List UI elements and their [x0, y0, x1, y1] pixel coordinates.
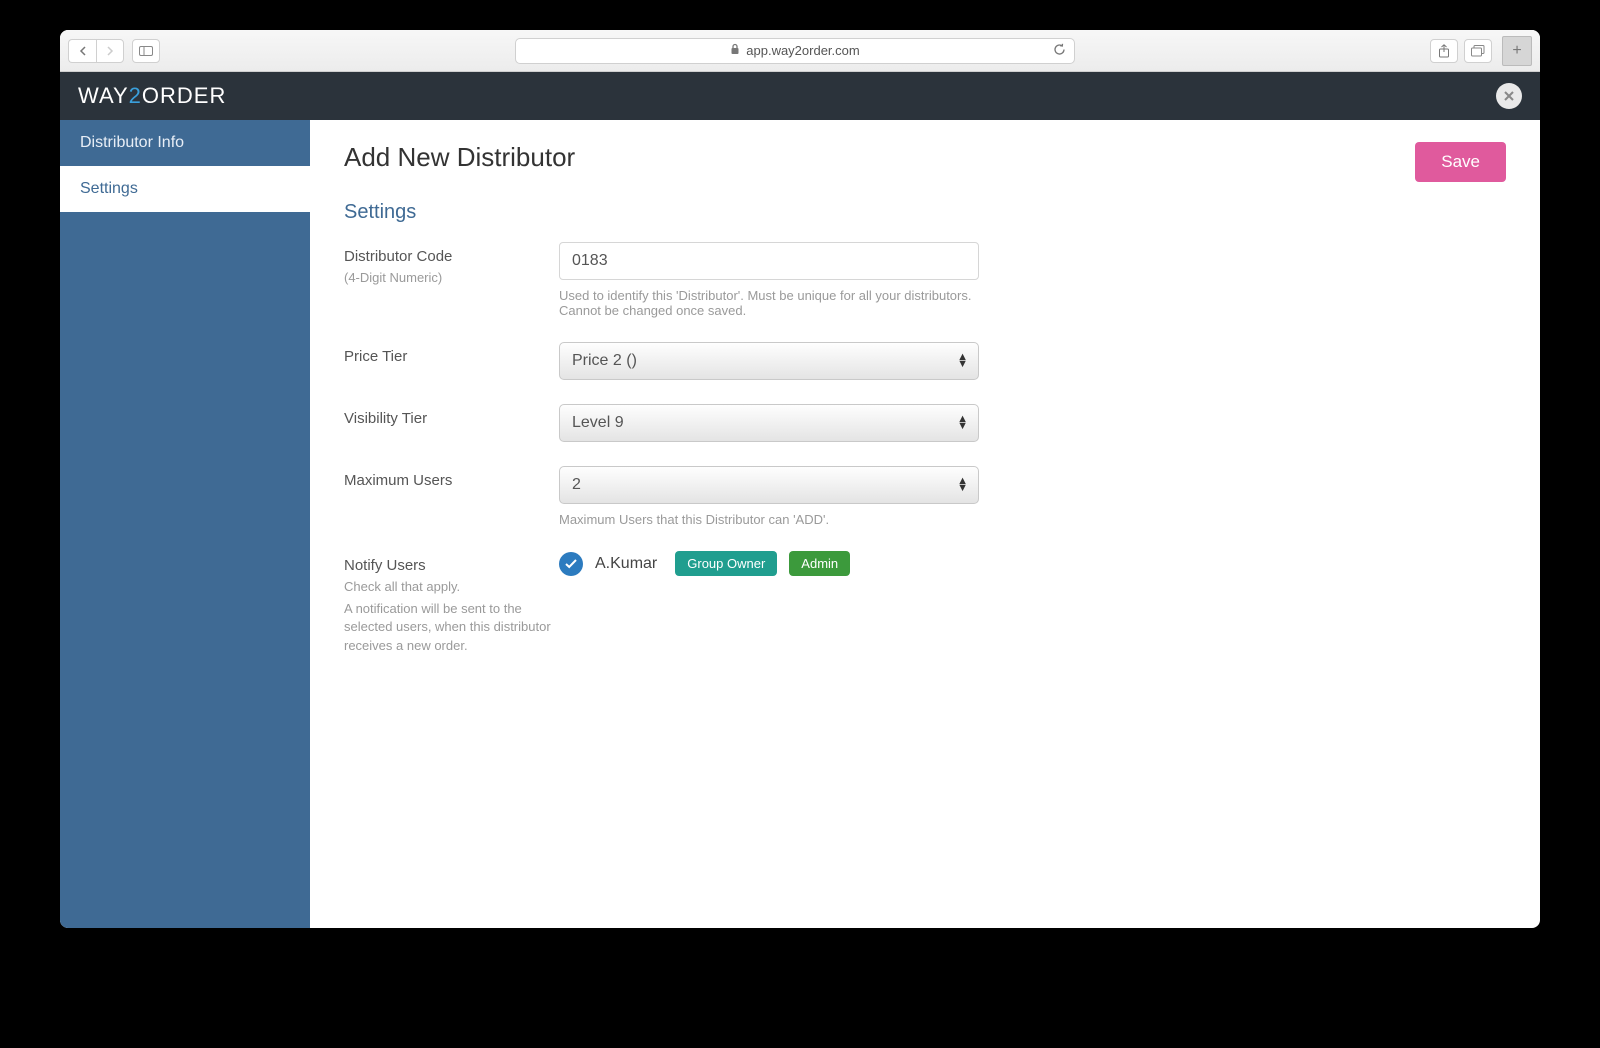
chevron-updown-icon: ▲▼ [957, 478, 968, 492]
row-price-tier: Price Tier Price 2 () ▲▼ [344, 342, 1506, 380]
back-button[interactable] [68, 39, 96, 63]
sublabel-distributor-code: (4-Digit Numeric) [344, 269, 559, 287]
sidebar-item-label: Distributor Info [80, 134, 184, 151]
nav-buttons [68, 39, 124, 63]
sidebar-item-distributor-info[interactable]: Distributor Info [60, 120, 310, 166]
label-distributor-code: Distributor Code [344, 248, 559, 265]
badge-admin: Admin [789, 551, 850, 576]
price-tier-select[interactable]: Price 2 () ▲▼ [559, 342, 979, 380]
main-header: Add New Distributor Save [344, 142, 1506, 201]
visibility-tier-value: Level 9 [572, 414, 624, 432]
price-tier-value: Price 2 () [572, 352, 637, 370]
save-button[interactable]: Save [1415, 142, 1506, 182]
browser-toolbar: app.way2order.com + [60, 30, 1540, 72]
notify-user-name: A.Kumar [595, 555, 657, 573]
chevron-updown-icon: ▲▼ [957, 354, 968, 368]
url-host: app.way2order.com [746, 43, 859, 58]
tabs-button[interactable] [1464, 39, 1492, 63]
reload-icon[interactable] [1053, 43, 1066, 59]
share-button[interactable] [1430, 39, 1458, 63]
main-content: Add New Distributor Save Settings Distri… [310, 120, 1540, 928]
distributor-code-input[interactable] [559, 242, 979, 280]
app-header: WAY2ORDER [60, 72, 1540, 120]
row-distributor-code: Distributor Code (4-Digit Numeric) Used … [344, 242, 1506, 318]
lock-icon [730, 43, 740, 58]
row-visibility-tier: Visibility Tier Level 9 ▲▼ [344, 404, 1506, 442]
row-max-users: Maximum Users 2 ▲▼ Maximum Users that th… [344, 466, 1506, 527]
row-notify-users: Notify Users Check all that apply. A not… [344, 551, 1506, 655]
browser-frame: app.way2order.com + WAY2ORDER Distri [60, 30, 1540, 928]
help-max-users: Maximum Users that this Distributor can … [559, 512, 979, 527]
label-price-tier: Price Tier [344, 348, 559, 365]
visibility-tier-select[interactable]: Level 9 ▲▼ [559, 404, 979, 442]
label-notify-users: Notify Users [344, 557, 559, 574]
chevron-updown-icon: ▲▼ [957, 416, 968, 430]
max-users-value: 2 [572, 476, 581, 494]
sidebar-toggle-button[interactable] [132, 39, 160, 63]
address-bar[interactable]: app.way2order.com [515, 38, 1075, 64]
help-distributor-code: Used to identify this 'Distributor'. Mus… [559, 288, 979, 318]
sublabel-notify-2: A notification will be sent to the selec… [344, 600, 559, 655]
forward-button[interactable] [96, 39, 124, 63]
sublabel-notify-1: Check all that apply. [344, 578, 559, 596]
max-users-select[interactable]: 2 ▲▼ [559, 466, 979, 504]
notify-user-row: A.Kumar Group Owner Admin [559, 551, 979, 576]
section-title: Settings [344, 201, 1506, 224]
logo-post: ORDER [142, 83, 226, 108]
sidebar-item-label: Settings [80, 180, 138, 197]
check-icon [565, 559, 577, 569]
sidebar: Distributor Info Settings [60, 120, 310, 928]
app-body: Distributor Info Settings Add New Distri… [60, 120, 1540, 928]
toolbar-right: + [1430, 36, 1532, 66]
close-button[interactable] [1496, 83, 1522, 109]
label-max-users: Maximum Users [344, 472, 559, 489]
logo: WAY2ORDER [78, 83, 226, 109]
page-title: Add New Distributor [344, 142, 575, 173]
label-visibility-tier: Visibility Tier [344, 410, 559, 427]
logo-pre: WAY [78, 83, 129, 108]
new-tab-button[interactable]: + [1502, 36, 1532, 66]
user-checkbox[interactable] [559, 552, 583, 576]
sidebar-item-settings[interactable]: Settings [60, 166, 310, 212]
logo-two: 2 [129, 83, 142, 108]
badge-group-owner: Group Owner [675, 551, 777, 576]
